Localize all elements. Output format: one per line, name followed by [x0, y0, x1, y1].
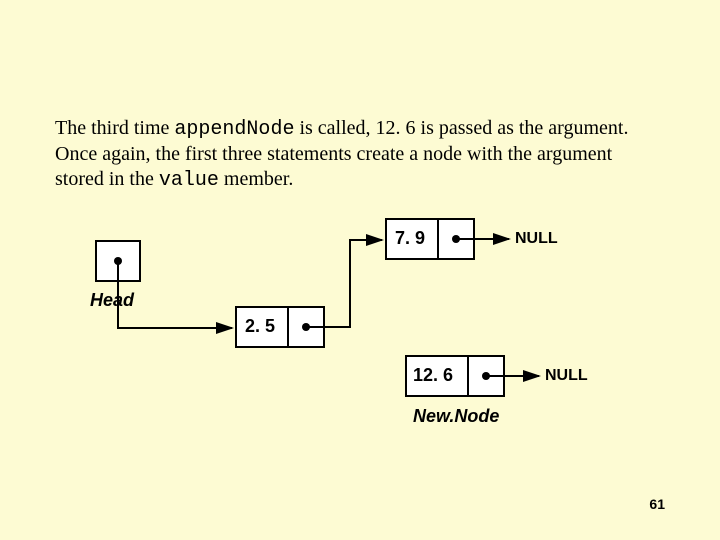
- text: The third time: [55, 117, 174, 139]
- linked-list-diagram: Head 2. 5 7. 9 NULL 12. 6 NULL New.Node: [55, 210, 655, 470]
- null-2-label: NULL: [545, 367, 588, 385]
- arrow-12p6-to-null: [55, 210, 655, 470]
- newnode-label: New.Node: [413, 406, 499, 427]
- code-value: value: [159, 169, 219, 192]
- page-number: 61: [649, 496, 665, 512]
- text: member.: [219, 168, 293, 190]
- explanation-paragraph: The third time appendNode is called, 12.…: [55, 116, 645, 193]
- code-appendnode: appendNode: [174, 118, 294, 141]
